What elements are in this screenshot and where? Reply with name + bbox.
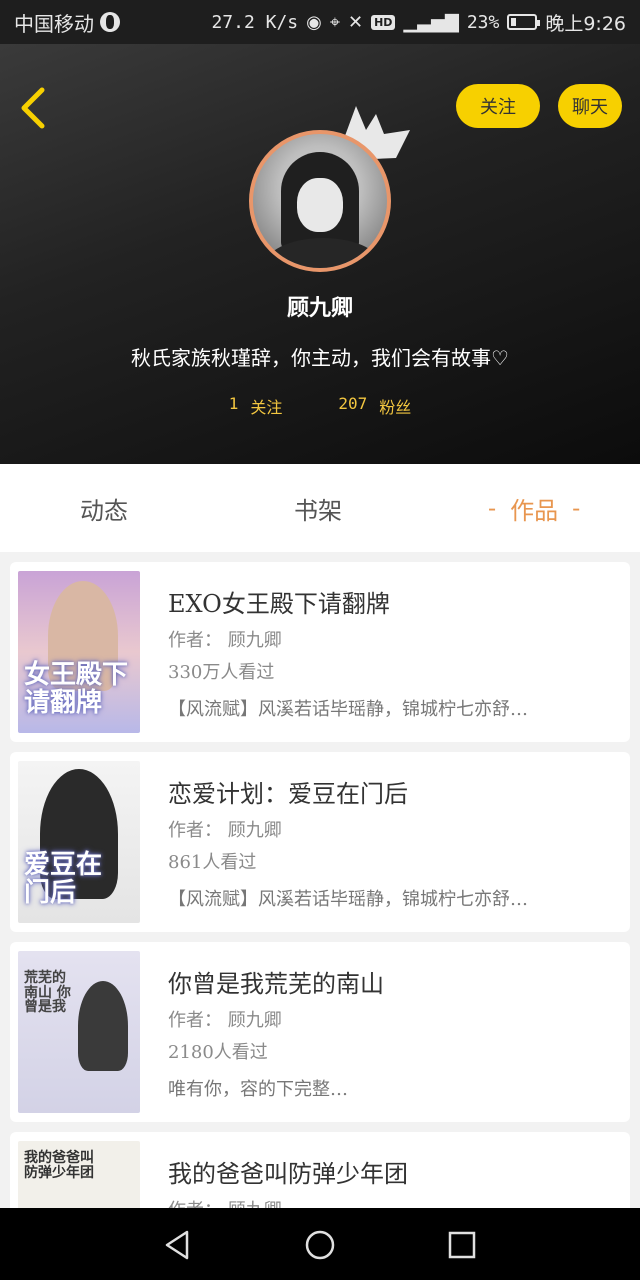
tab-bookshelf-label: 书架 (294, 496, 342, 525)
work-views: 330万人看过 (168, 662, 275, 683)
status-indicators: 27.2 K/s ◉ ⌖ ✕ HD ▁▃▅▇ 23% 晚上9:26 (211, 9, 626, 36)
chevron-left-icon (21, 87, 45, 129)
username: 顾九卿 (286, 295, 353, 321)
battery-percent: 23% (466, 11, 500, 33)
network-speed: 27.2 K/s (211, 11, 299, 33)
book-cover: 女王殿下请翻牌 (18, 571, 140, 733)
battery-fill (511, 18, 517, 26)
work-title: 你曾是我荒芜的南山 (168, 970, 384, 998)
tab-active-dash-left: - (488, 494, 497, 522)
hd-icon: HD (371, 14, 396, 30)
work-views: 2180人看过 (168, 1042, 268, 1063)
work-info: EXO女王殿下请翻牌 作者： 顾九卿 330万人看过 【风流赋】风溪若话毕瑶静，… (168, 584, 618, 721)
tab-works-label: 作品 (510, 496, 559, 525)
follow-button[interactable]: 关注 (456, 84, 540, 128)
following-stat[interactable]: 1 关注 (221, 394, 291, 418)
carrier-name: 中国移动 (14, 11, 94, 36)
signal-icon: ▁▃▅▇ (403, 11, 459, 33)
work-info: 你曾是我荒芜的南山 作者： 顾九卿 2180人看过 唯有你，容的下完整… (168, 964, 618, 1101)
battery-icon (507, 14, 541, 30)
avatar[interactable] (249, 130, 391, 272)
tab-bar: 动态 书架 - 作品 - (0, 464, 640, 552)
nav-home-button[interactable] (303, 1228, 337, 1262)
followers-count: 207 (338, 394, 368, 413)
cover-title: 我的爸爸叫防弹少年团 (24, 1150, 94, 1181)
profile-header: 关注 聊天 顾九卿 秋氏家族秋瑾辞，你主动，我们会有故事♡ 1 关注 207 粉… (0, 44, 640, 464)
work-views: 861人看过 (168, 852, 257, 873)
work-title: 我的爸爸叫防弹少年团 (168, 1160, 408, 1188)
work-author: 作者： 顾九卿 (168, 1010, 282, 1031)
following-count: 1 (228, 394, 239, 413)
cover-figure (78, 981, 128, 1071)
followers-stat[interactable]: 207 粉丝 (330, 394, 419, 418)
bio: 秋氏家族秋瑾辞，你主动，我们会有故事♡ (131, 346, 509, 370)
navigation-bar (0, 1208, 640, 1280)
mute-icon: ✕ (348, 11, 364, 33)
carrier: 中国移动 (14, 8, 120, 37)
clock: 晚上9:26 (545, 12, 626, 35)
book-cover: 爱豆在门后 (18, 761, 140, 923)
status-bar: 中国移动 27.2 K/s ◉ ⌖ ✕ HD ▁▃▅▇ 23% 晚上9:26 (0, 0, 640, 44)
nav-back-button[interactable] (161, 1228, 195, 1262)
work-info: 恋爱计划：爱豆在门后 作者： 顾九卿 861人看过 【风流赋】风溪若话毕瑶静，锦… (168, 774, 618, 911)
chat-button[interactable]: 聊天 (558, 84, 622, 128)
tab-activity[interactable]: 动态 (80, 464, 128, 552)
tab-active-dash-right: - (572, 494, 581, 522)
work-title: 恋爱计划：爱豆在门后 (168, 780, 408, 808)
tab-works[interactable]: - 作品 - (474, 464, 594, 552)
work-desc: 【风流赋】风溪若话毕瑶静，锦城柠七亦舒… (168, 889, 528, 910)
work-desc: 【风流赋】风溪若话毕瑶静，锦城柠七亦舒… (168, 699, 528, 720)
tab-activity-label: 动态 (80, 496, 128, 525)
hotspot-icon: ◉ (306, 11, 322, 33)
circle-home-icon (305, 1230, 335, 1260)
list-item[interactable]: 荒芜的南山 你曾是我 你曾是我荒芜的南山 作者： 顾九卿 2180人看过 唯有你… (10, 942, 630, 1122)
following-label: 关注 (250, 398, 283, 417)
list-item[interactable]: 爱豆在门后 恋爱计划：爱豆在门后 作者： 顾九卿 861人看过 【风流赋】风溪若… (10, 752, 630, 932)
work-author: 作者： 顾九卿 (168, 820, 282, 841)
work-author: 作者： 顾九卿 (168, 630, 282, 651)
cover-title: 爱豆在门后 (24, 850, 103, 908)
profile-stats: 1 关注 207 粉丝 (0, 394, 640, 418)
tab-bookshelf[interactable]: 书架 (294, 464, 342, 552)
cover-title: 荒芜的南山 你曾是我 (24, 970, 71, 1016)
book-cover: 荒芜的南山 你曾是我 (18, 951, 140, 1113)
followers-label: 粉丝 (379, 398, 412, 417)
back-button[interactable] (18, 86, 50, 130)
nav-recent-button[interactable] (445, 1228, 479, 1262)
work-title: EXO女王殿下请翻牌 (168, 590, 390, 618)
location-icon: ⌖ (329, 11, 340, 33)
avatar-face (297, 178, 343, 232)
carrier-globe-icon (100, 12, 120, 32)
cover-title: 女王殿下请翻牌 (24, 660, 129, 718)
list-item[interactable]: 女王殿下请翻牌 EXO女王殿下请翻牌 作者： 顾九卿 330万人看过 【风流赋】… (10, 562, 630, 742)
triangle-back-icon (165, 1230, 189, 1260)
work-desc: 唯有你，容的下完整… (168, 1079, 348, 1100)
square-recent-icon (448, 1231, 476, 1259)
